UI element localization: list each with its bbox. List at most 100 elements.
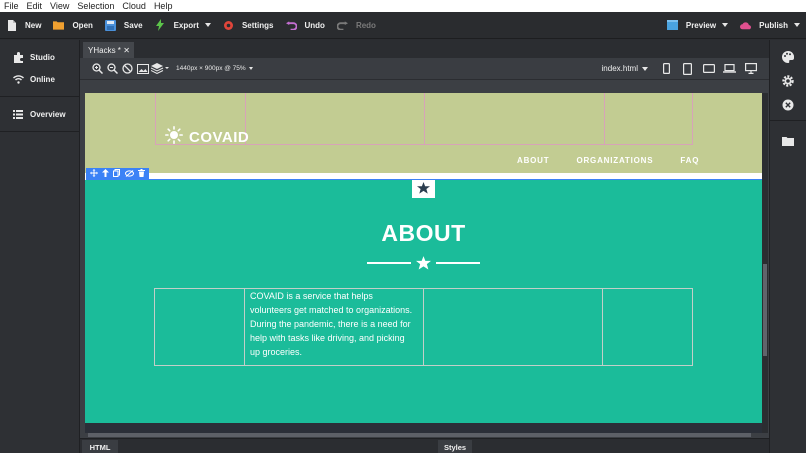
horizontal-scrollbar[interactable] <box>88 433 751 437</box>
sidebar-item-label: Overview <box>30 109 66 119</box>
new-button[interactable]: New <box>0 12 47 39</box>
sidebar-item-label: Online <box>30 74 55 84</box>
eye-off-icon[interactable] <box>124 168 134 180</box>
file-select-dropdown[interactable]: index.html <box>602 64 648 73</box>
redo-icon <box>336 20 348 31</box>
copy-icon[interactable] <box>113 168 121 180</box>
nav-link-faq[interactable]: FAQ <box>680 156 699 165</box>
gear-icon[interactable] <box>770 69 806 93</box>
undo-icon <box>285 20 297 31</box>
main-toolbar: New Open Save Export Settings Undo Redo … <box>0 12 806 39</box>
preview-button[interactable]: Preview <box>661 12 734 39</box>
sun-icon <box>165 126 183 148</box>
export-button[interactable]: Export <box>149 12 217 39</box>
trash-icon[interactable] <box>137 168 145 180</box>
menu-help[interactable]: Help <box>150 0 177 12</box>
publish-button-label: Publish <box>759 20 788 30</box>
site-nav-links: ABOUT ORGANIZATIONS FAQ <box>517 156 699 165</box>
vertical-scrollbar-track[interactable] <box>762 93 768 433</box>
open-button-label: Open <box>72 20 93 30</box>
about-heading[interactable]: ABOUT <box>85 220 762 247</box>
zoom-in-icon[interactable] <box>90 61 105 76</box>
file-select-label: index.html <box>601 64 638 73</box>
open-button[interactable]: Open <box>47 12 98 39</box>
move-icon[interactable] <box>90 168 99 180</box>
preview-button-label: Preview <box>685 20 717 30</box>
selection-outline <box>86 179 762 180</box>
site-footer-strip <box>85 423 762 433</box>
publish-button[interactable]: Publish <box>734 12 806 39</box>
close-icon[interactable]: ✕ <box>123 46 130 55</box>
site-logo[interactable]: COVAID <box>165 126 249 148</box>
close-circle-icon[interactable] <box>770 93 806 117</box>
selection-toolbar <box>86 168 149 179</box>
sidebar-item-online[interactable]: Online <box>0 68 79 90</box>
phone-portrait-icon[interactable] <box>656 63 677 74</box>
tab-html[interactable]: HTML <box>82 440 118 453</box>
canvas-size-label: 1440px × 900px @ 75% <box>176 65 246 72</box>
undo-button-label: Undo <box>304 20 325 30</box>
settings-button-label: Settings <box>241 20 274 30</box>
sidebar-item-overview[interactable]: Overview <box>0 103 79 125</box>
canvas-toolbar: 1440px × 900px @ 75% index.html <box>80 58 769 79</box>
menu-bar: File Edit View Selection Cloud Help <box>0 0 806 12</box>
sidebar-item-label: Studio <box>30 52 55 62</box>
sidebar-item-studio[interactable]: Studio <box>0 46 79 68</box>
save-button[interactable]: Save <box>99 12 149 39</box>
document-tab-label: YHacks * <box>88 45 121 55</box>
nav-link-about[interactable]: ABOUT <box>517 156 549 165</box>
tablet-landscape-icon[interactable] <box>698 64 719 73</box>
redo-button-label: Redo <box>355 20 376 30</box>
preview-clapper-icon <box>666 20 678 31</box>
folder-icon[interactable] <box>770 129 806 153</box>
redo-button[interactable]: Redo <box>331 12 382 39</box>
site-preview[interactable]: COVAID ABOUT ORGANIZATIONS FAQ ABOUT COV… <box>85 93 762 423</box>
wifi-icon <box>12 74 24 84</box>
laptop-icon[interactable] <box>719 64 740 73</box>
layers-icon[interactable] <box>150 61 170 76</box>
chevron-down-icon <box>204 23 211 27</box>
rotate-icon[interactable] <box>120 61 135 76</box>
new-button-label: New <box>25 20 42 30</box>
tab-styles[interactable]: Styles <box>438 440 472 453</box>
about-paragraph[interactable]: COVAID is a service that helps volunteer… <box>250 289 415 359</box>
puzzle-icon <box>12 51 24 63</box>
chevron-down-icon <box>248 67 253 70</box>
sidebar-group-bottom: Overview <box>0 97 79 132</box>
palette-icon[interactable] <box>770 45 806 69</box>
star-icon <box>416 256 431 273</box>
save-icon <box>104 19 116 31</box>
site-navbar[interactable]: COVAID ABOUT ORGANIZATIONS FAQ <box>85 93 762 173</box>
nav-link-organizations[interactable]: ORGANIZATIONS <box>576 156 653 165</box>
menu-view[interactable]: View <box>46 0 73 12</box>
star-icon <box>417 181 430 194</box>
export-bolt-icon <box>155 19 166 31</box>
site-brand-name: COVAID <box>189 128 250 146</box>
gear-icon <box>223 20 234 31</box>
menu-selection[interactable]: Selection <box>73 0 118 12</box>
arrow-up-icon[interactable] <box>102 168 110 180</box>
panel-divider <box>770 120 806 121</box>
zoom-out-icon[interactable] <box>105 61 120 76</box>
document-tab[interactable]: YHacks * ✕ <box>83 42 134 58</box>
tab-html-label: HTML <box>89 442 111 452</box>
image-icon[interactable] <box>135 61 150 76</box>
content-grid-overlay <box>154 288 693 366</box>
vertical-scrollbar-thumb[interactable] <box>763 264 767 356</box>
bottom-panel: HTML Styles <box>80 438 769 453</box>
settings-button[interactable]: Settings <box>217 12 280 39</box>
left-panel: Studio Online Overview <box>0 40 80 453</box>
chevron-down-icon <box>722 23 729 27</box>
tab-styles-label: Styles <box>443 442 467 452</box>
canvas-size-dropdown[interactable]: 1440px × 900px @ 75% <box>176 65 253 72</box>
list-icon <box>12 109 24 119</box>
menu-file[interactable]: File <box>0 0 23 12</box>
export-button-label: Export <box>173 20 199 30</box>
star-badge <box>412 177 435 198</box>
menu-edit[interactable]: Edit <box>23 0 47 12</box>
menu-cloud[interactable]: Cloud <box>118 0 150 12</box>
undo-button[interactable]: Undo <box>280 12 331 39</box>
tablet-portrait-icon[interactable] <box>677 62 698 75</box>
desktop-icon[interactable] <box>740 63 761 74</box>
star-divider <box>367 256 480 270</box>
